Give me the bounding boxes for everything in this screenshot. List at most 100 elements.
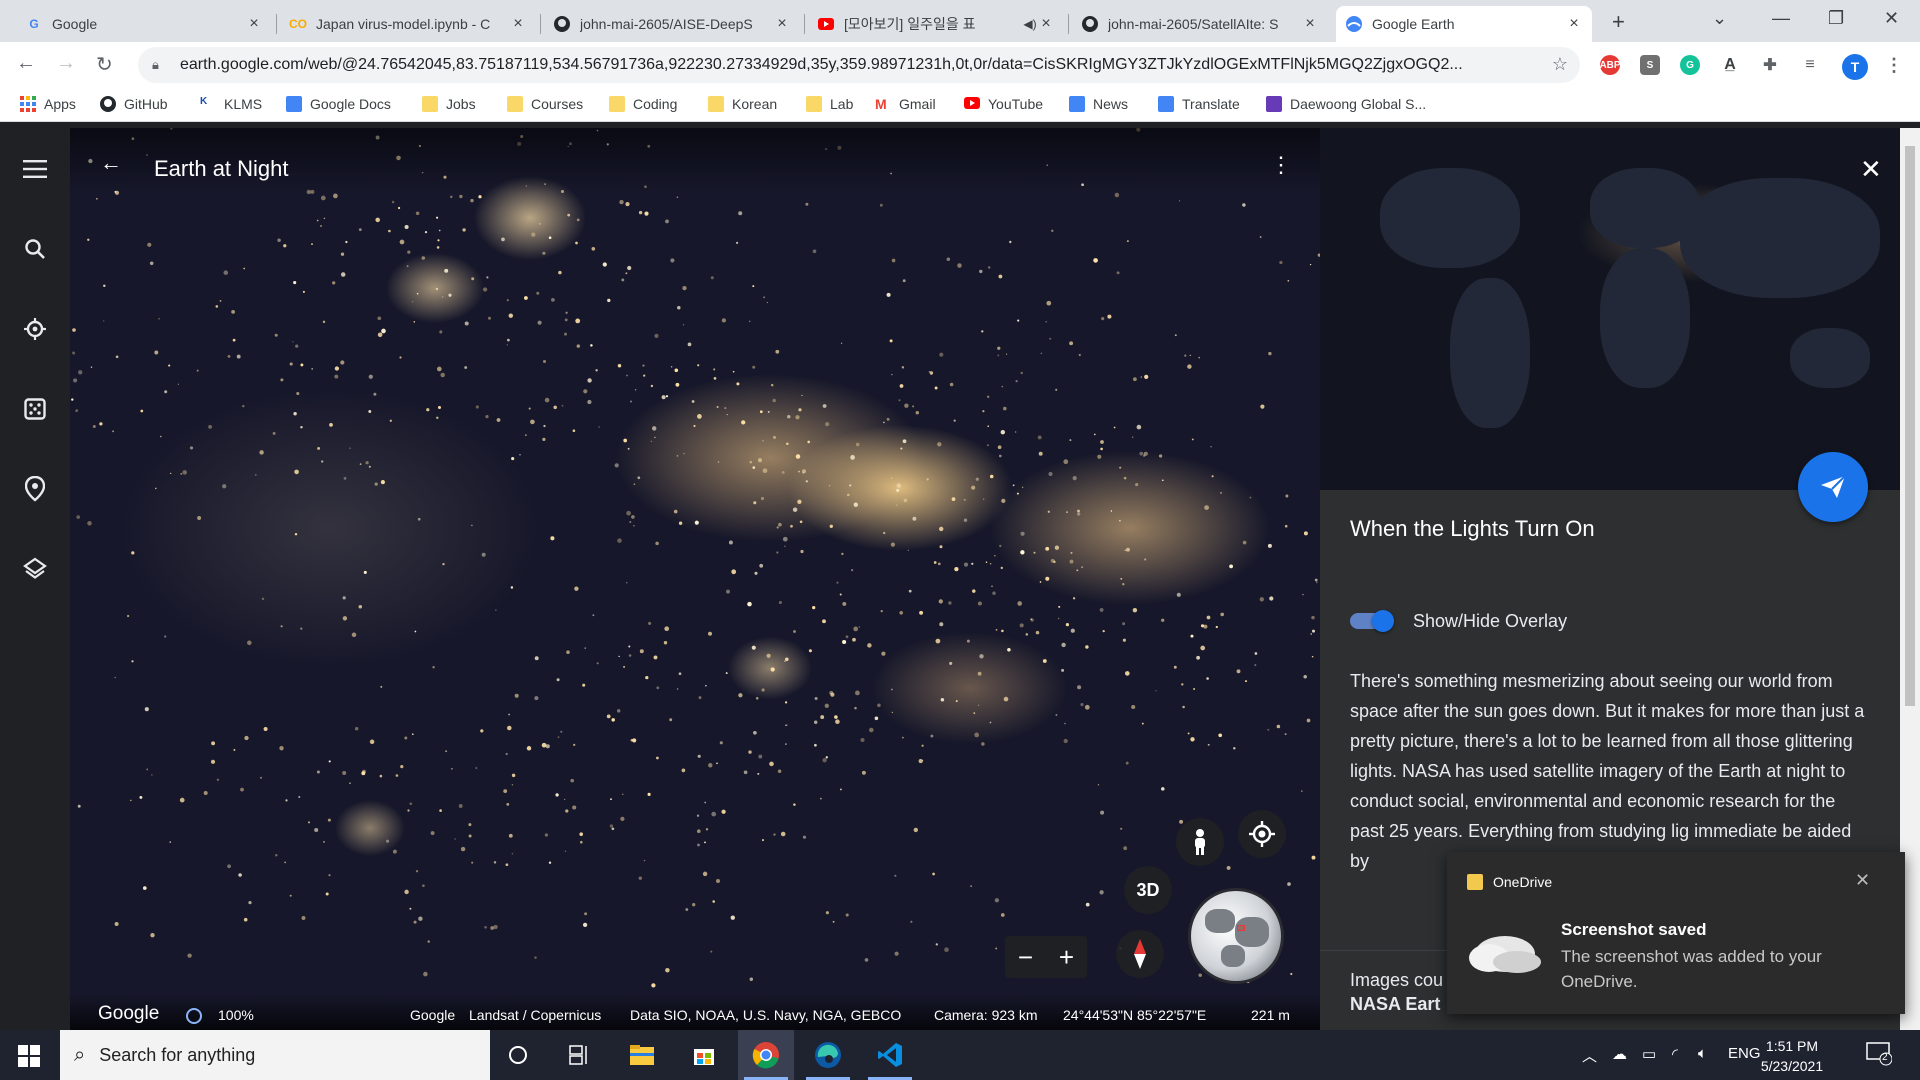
spell-extension-icon[interactable]: A̲ [1720,55,1740,75]
city-light [1207,743,1210,746]
attribution-data[interactable]: Data SIO, NOAA, U.S. Navy, NGA, GEBCO [630,1007,901,1023]
taskbar-search-box[interactable]: ⌕ Search for anything [60,1030,490,1080]
earth-map-viewport[interactable]: ← Earth at Night ⋮ 3D − + Google 100% Go… [70,128,1320,1030]
onedrive-notification[interactable]: OneDrive ✕ Screenshot saved The screensh… [1447,852,1905,1014]
close-tab-icon[interactable]: × [1038,15,1054,33]
taskbar-clock[interactable]: 1:51 PM 5/23/2021 [1752,1036,1832,1076]
menu-icon[interactable] [20,154,50,184]
s-extension-icon[interactable]: S [1640,55,1660,75]
profile-avatar[interactable]: T [1842,54,1868,80]
action-center-icon[interactable]: 2 [1866,1042,1893,1070]
tab-search-icon[interactable]: ⌄ [1712,8,1727,29]
more-options-icon[interactable]: ⋮ [1270,152,1292,178]
bookmark-gmail[interactable]: M Gmail [875,96,936,112]
feeling-lucky-dice-icon[interactable] [20,394,50,424]
extensions-puzzle-icon[interactable]: ✚ [1760,55,1780,75]
more-menu-icon[interactable]: ⋮ [1884,55,1904,75]
lock-icon[interactable]: 🔒︎ [152,57,164,73]
overlay-toggle[interactable] [1350,610,1396,632]
adblock-extension-icon[interactable]: ABP [1599,55,1621,75]
chrome-taskbar-icon[interactable] [738,1030,794,1080]
vscode-taskbar-icon[interactable] [862,1030,918,1080]
close-tab-icon[interactable]: × [774,15,790,33]
image-credit-name[interactable]: NASA Eart [1350,994,1440,1015]
bookmark-lab[interactable]: Lab [806,96,853,112]
reload-icon[interactable]: ↻ [96,52,113,77]
battery-icon[interactable]: ▭ [1642,1045,1656,1063]
show-hidden-icons-chevron-icon[interactable]: ︿ [1582,1045,1597,1066]
projects-pin-icon[interactable] [20,474,50,504]
search-icon[interactable] [20,234,50,264]
city-light [584,647,586,649]
file-explorer-icon[interactable] [614,1030,670,1080]
windows-start-icon[interactable] [18,1045,40,1067]
toggle-3d-button[interactable]: 3D [1124,866,1172,914]
attribution-imagery[interactable]: Landsat / Copernicus [469,1007,601,1023]
bookmark-korean[interactable]: Korean [708,96,777,112]
city-light [793,803,796,806]
zoom-out-button[interactable]: − [1018,942,1033,973]
share-button[interactable] [1798,452,1868,522]
close-window-icon[interactable]: ✕ [1884,8,1899,29]
city-light [770,383,774,387]
city-light [795,415,800,420]
forward-arrow-icon[interactable]: → [56,52,76,75]
compass-icon[interactable] [1116,930,1164,978]
bookmark-star-icon[interactable]: ☆ [1552,54,1568,75]
city-light [325,892,329,896]
edge-taskbar-icon[interactable] [800,1030,856,1080]
volume-icon[interactable]: 🔈︎ [1698,1045,1707,1062]
new-tab-button[interactable]: + [1612,9,1625,35]
my-location-icon[interactable] [1238,810,1286,858]
tab-youtube[interactable]: [모아보기] 일주일을 표 ◀) × [808,6,1064,42]
tab-github-aise[interactable]: john-mai-2605/AISE-DeepS × [544,6,800,42]
reading-list-icon[interactable]: ≡ [1800,55,1820,75]
bookmark-klms[interactable]: K KLMS [200,96,262,112]
close-notification-icon[interactable]: ✕ [1855,870,1870,891]
bookmark-github[interactable]: GitHub [100,96,168,112]
voyager-icon[interactable] [20,314,50,344]
bookmark-translate[interactable]: Translate [1158,96,1240,112]
city-light [542,251,546,255]
bookmark-courses[interactable]: Courses [507,96,583,112]
city-light [519,454,521,456]
scrollbar-thumb[interactable] [1905,146,1915,706]
audio-playing-icon[interactable]: ◀) [1022,17,1038,31]
bookmark-daewoong[interactable]: Daewoong Global S... [1266,96,1426,112]
grammarly-extension-icon[interactable]: G [1680,55,1700,75]
url-text[interactable]: earth.google.com/web/@24.76542045,83.751… [180,56,1540,74]
close-tab-icon[interactable]: × [1566,15,1582,33]
city-light [558,270,562,275]
cortana-icon[interactable] [490,1030,546,1080]
city-light [1189,354,1191,357]
address-bar[interactable]: 🔒︎ earth.google.com/web/@24.76542045,83.… [138,47,1580,83]
bookmark-apps[interactable]: Apps [20,96,76,112]
tab-google[interactable]: G Google × [16,6,272,42]
bookmark-news[interactable]: News [1069,96,1128,112]
back-arrow-icon[interactable]: ← [100,150,122,176]
attribution-google[interactable]: Google [410,1007,455,1023]
task-view-icon[interactable] [552,1030,608,1080]
microsoft-store-icon[interactable] [676,1030,732,1080]
overview-globe[interactable] [1188,888,1284,984]
tab-colab[interactable]: CO Japan virus-model.ipynb - C × [280,6,536,42]
tab-google-earth[interactable]: Google Earth × [1336,6,1592,42]
bookmark-google-docs[interactable]: Google Docs [286,96,391,112]
wifi-icon[interactable]: ◜ [1672,1045,1678,1063]
restore-icon[interactable]: ❐ [1828,8,1844,29]
minimize-icon[interactable]: — [1772,8,1790,29]
city-light [564,850,567,852]
pegman-street-view-icon[interactable] [1176,818,1224,866]
zoom-in-button[interactable]: + [1059,942,1074,973]
onedrive-tray-icon[interactable]: ☁ [1612,1045,1627,1063]
close-tab-icon[interactable]: × [510,15,526,33]
close-tab-icon[interactable]: × [1302,15,1318,33]
bookmark-jobs[interactable]: Jobs [422,96,476,112]
back-arrow-icon[interactable]: ← [16,52,36,75]
tab-github-satellaite[interactable]: john-mai-2605/SatellAIte: S × [1072,6,1328,42]
bookmark-youtube[interactable]: YouTube [964,96,1043,112]
map-style-layers-icon[interactable] [20,554,50,584]
close-tab-icon[interactable]: × [246,15,262,33]
bookmark-coding[interactable]: Coding [609,96,677,112]
close-card-icon[interactable]: ✕ [1860,154,1882,185]
